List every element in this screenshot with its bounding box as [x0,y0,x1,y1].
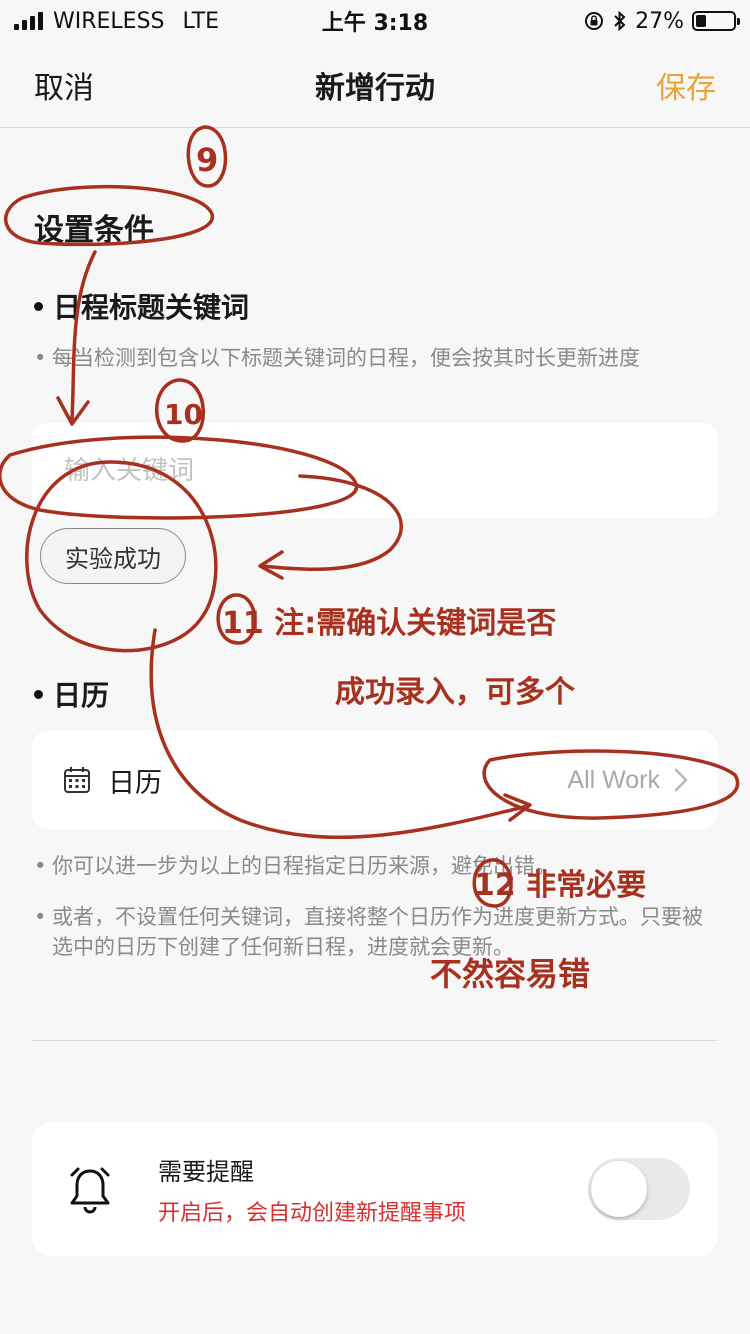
hint-bullet-icon: • [34,854,47,878]
annotation-number-9: 9 [196,141,218,179]
keyword-hint-text: 每当检测到包含以下标题关键词的日程，便会按其时长更新进度 [52,346,640,370]
nav-bar: 取消 新增行动 保存 [0,42,750,128]
bullet-icon [34,301,43,311]
status-left: WIRELESS LTE [14,9,219,34]
calendar-hint-2-text: 或者，不设置任何关键词，直接将整个日历作为进度更新方式。只要被选中的日历下创建了… [52,905,703,959]
status-right: 27% [583,8,740,34]
hint-bullet-icon: • [34,346,47,370]
hint-bullet-icon: • [34,905,47,929]
reminder-text: 需要提醒 开启后，会自动创建新提醒事项 [158,1152,588,1227]
calendar-icon [64,767,90,793]
network-label: LTE [182,8,220,34]
status-bar: WIRELESS LTE 上午 3:18 27% [0,0,750,42]
keyword-subtitle: 日程标题关键词 [34,286,249,326]
battery-level [696,15,706,27]
calendar-hint-2: • 或者，不设置任何关键词，直接将整个日历作为进度更新方式。只要被选中的日历下创… [34,902,714,962]
chevron-right-icon [674,768,688,792]
reminder-subtitle: 开启后，会自动创建新提醒事项 [158,1200,467,1226]
section-title-conditions: 设置条件 [34,213,154,248]
keyword-hint: • 每当检测到包含以下标题关键词的日程，便会按其时长更新进度 [34,343,714,373]
battery-percent: 27% [635,8,684,34]
annotation-note-11-line1: 11 注:需确认关键词是否 [222,606,556,641]
calendar-hint-1: • 你可以进一步为以上的日程指定日历来源，避免出错。 [34,851,714,881]
calendar-subtitle: 日历 [34,674,109,714]
battery-icon [692,11,740,31]
bullet-icon [34,689,43,699]
cancel-button[interactable]: 取消 [34,63,94,107]
annotation-note-11-line2: 成功录入，可多个 [335,675,576,710]
section-divider [32,1040,718,1041]
bluetooth-icon [614,10,626,32]
annotation-arrow-down [70,250,97,422]
calendar-row-left: 日历 [62,761,162,800]
calendar-value: All Work [567,765,660,794]
calendar-subtitle-label: 日历 [53,679,110,712]
calendar-selector[interactable]: 日历 All Work [32,731,718,829]
reminder-title: 需要提醒 [158,1157,254,1186]
keyword-input[interactable] [32,423,718,519]
carrier-label: WIRELESS [53,8,165,34]
calendar-row-label: 日历 [108,767,162,799]
rotation-lock-icon [585,12,604,30]
calendar-row-right: All Work [567,766,688,795]
page-title: 新增行动 [315,70,435,106]
signal-strength-icon [14,12,43,30]
save-button[interactable]: 保存 [656,63,716,107]
keyword-chip[interactable]: 实验成功 [40,528,186,584]
reminder-card: 需要提醒 开启后，会自动创建新提醒事项 [32,1122,718,1256]
calendar-hint-1-text: 你可以进一步为以上的日程指定日历来源，避免出错。 [52,854,556,878]
toggle-knob [591,1161,647,1217]
alarm-bell-icon [70,1167,110,1214]
annotation-circle-11 [216,593,257,645]
reminder-toggle[interactable] [588,1158,690,1220]
annotation-circle-9 [186,125,228,188]
keyword-subtitle-label: 日程标题关键词 [53,291,250,324]
